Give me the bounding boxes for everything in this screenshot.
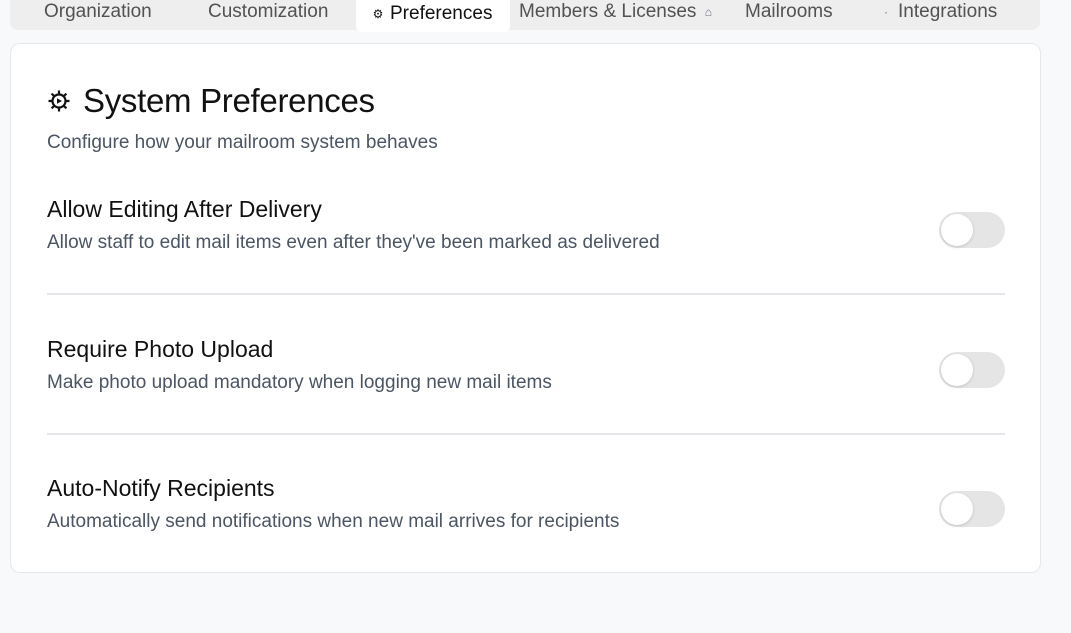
gear-icon [48,90,70,112]
tab-mailrooms[interactable]: Mailrooms [745,0,833,26]
toggle-knob [941,214,973,246]
divider [47,433,1005,435]
system-preferences-card: System Preferences Configure how your ma… [10,43,1041,573]
tab-members-licenses-label: Members & Licenses [519,1,697,22]
page-title: System Preferences [83,82,375,119]
toggle-knob [941,493,973,525]
setting-title: Auto-Notify Recipients [47,475,275,501]
tab-preferences[interactable]: ⚙ Preferences [356,0,511,32]
toggle-knob [941,354,973,386]
tab-organization[interactable]: Organization [44,0,152,26]
tab-customization-label: Customization [208,1,329,22]
setting-require-photo: Require Photo Upload Make photo upload m… [47,336,1005,394]
tab-integrations-label: Integrations [898,1,998,22]
tab-mailrooms-label: Mailrooms [745,1,833,22]
allow-editing-toggle[interactable] [939,212,1005,248]
tab-members-licenses[interactable]: Members & Licenses ⌂ [519,0,714,26]
tab-customization[interactable]: Customization [208,0,328,26]
setting-auto-notify: Auto-Notify Recipients Automatically sen… [47,475,1005,533]
setting-title: Require Photo Upload [47,336,274,362]
setting-title: Allow Editing After Delivery [47,196,322,222]
divider [47,293,1005,295]
settings-tab-bar: Organization Customization ⚙ Preferences… [10,0,1040,32]
gear-icon: ⚙ [372,7,384,21]
card-header: System Preferences Configure how your ma… [47,82,438,154]
page-subtitle: Configure how your mailroom system behav… [47,132,438,153]
tab-preferences-label: Preferences [390,3,493,24]
box-icon: ⌂ [704,5,713,19]
setting-description: Make photo upload mandatory when logging… [47,372,552,393]
setting-description: Allow staff to edit mail items even afte… [47,232,660,253]
tab-organization-label: Organization [44,1,152,22]
plug-icon: · [884,5,888,19]
auto-notify-toggle[interactable] [939,491,1005,527]
setting-description: Automatically send notifications when ne… [47,511,620,532]
setting-allow-editing: Allow Editing After Delivery Allow staff… [47,196,1005,254]
require-photo-toggle[interactable] [939,352,1005,388]
title-row: System Preferences [47,82,438,120]
tab-integrations[interactable]: · Integrations [880,0,997,26]
